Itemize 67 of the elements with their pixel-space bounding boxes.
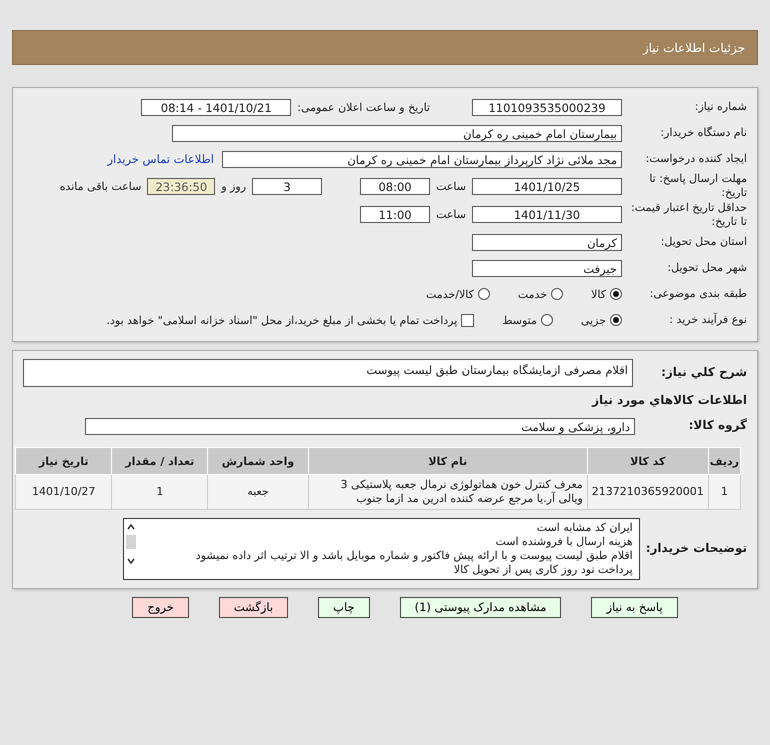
section-title: اطلاعات کالاهاي مورد نياز: [592, 392, 747, 410]
requester-field: مجد ملائی نژاد کارپرداز بیمارستان امام خمینی ره کرمان: [222, 150, 622, 168]
column-header: تاریخ نیاز: [16, 448, 112, 475]
table-cell: 2137210365920001: [587, 474, 708, 510]
note-line: هزینه ارسال با فروشنده است: [494, 534, 633, 549]
field-label: نوع فرآیند خرید :: [668, 313, 747, 328]
validity-time-field: 11:00: [360, 206, 430, 224]
field-label: طبقه بندی موضوعی:: [648, 287, 747, 302]
note-line: اقلام طبق لیست پیوست و با ارائه پیش فاکتور و شماره موبایل باشد و الا ترتیب اثر داده نمیشود: [194, 548, 633, 563]
validity-date-field: 1401/11/30: [472, 206, 622, 224]
action-button[interactable]: چاپ: [318, 596, 370, 618]
buyer-org-field: بیمارستان امام خمینی ره کرمان: [172, 124, 622, 142]
radio-label: کالا/خدمت: [426, 288, 474, 301]
remaining-time-field: 23:36:50: [147, 178, 216, 195]
radio-label: متوسط: [502, 314, 537, 327]
checkbox[interactable]: [461, 314, 474, 327]
need-number-field: 1101093535000239: [472, 98, 622, 116]
radio-button[interactable]: [551, 288, 564, 300]
description-field: اقلام مصرفی ازمایشگاه بیمارستان طبق لیست پیوست: [23, 359, 633, 388]
time-label: ساعت: [435, 180, 467, 193]
radio-label: خدمت: [518, 288, 548, 301]
field-label: نام دستگاه خریدار:: [659, 126, 747, 140]
column-header: کد کالا: [587, 448, 708, 475]
days-field: 3: [252, 178, 322, 195]
action-button[interactable]: بازگشت: [218, 596, 288, 618]
field-label: توضیحات خریدار:: [646, 540, 747, 556]
radio-button[interactable]: [540, 314, 553, 326]
radio-button[interactable]: [610, 314, 622, 326]
column-header: نام کالا: [308, 448, 588, 475]
announce-date-field: 1401/10/21 - 08:14: [141, 98, 292, 116]
remaining-label: ساعت باقی مانده: [58, 180, 142, 193]
table-cell: 1401/10/27: [16, 474, 112, 510]
field-label: ایجاد کننده درخواست:: [644, 152, 747, 166]
time-label: ساعت: [435, 208, 467, 222]
deadline-date-field: 1401/10/25: [472, 178, 622, 195]
field-label: حداقل تاریخ اعتبار قیمت: تا تاریخ:: [630, 200, 747, 230]
deadline-time-field: 08:00: [360, 178, 430, 195]
table-cell: 1: [708, 474, 740, 510]
days-label: روز و: [220, 180, 248, 193]
page-title: جزئیات اطلاعات نیاز: [642, 40, 745, 54]
field-label: مهلت ارسال پاسخ: تا تاریخ:: [648, 172, 747, 201]
city-field: جیرفت: [472, 260, 622, 277]
action-button[interactable]: خروج: [132, 596, 189, 618]
field-label: شرح کلي نياز:: [660, 365, 747, 381]
column-header: ردیف: [708, 448, 740, 475]
table-cell: معرف کنترل خون هماتولوژی نرمال جعبه پلاستیکی 3 ویالی آر.یا مرجع عرضه کننده ادرین مد ازما جنوب: [308, 474, 588, 510]
field-label: شماره نیاز:: [694, 100, 747, 114]
action-button[interactable]: مشاهده مدارک پیوستی (1): [400, 596, 562, 618]
radio-label: کالا: [591, 288, 606, 301]
checkbox-label: پرداخت تمام یا بخشی از مبلغ خرید،از محل "اسناد خزانه اسلامی" خواهد بود.: [106, 314, 458, 327]
province-field: کرمان: [472, 234, 622, 251]
column-header: واحد شمارش: [208, 448, 308, 475]
field-label: شهر محل تحویل:: [666, 261, 747, 276]
note-line: پرداخت نود روز کاری پس از تحویل کالا: [452, 562, 633, 577]
field-label: استان محل تحویل:: [660, 235, 747, 250]
column-header: تعداد / مقدار: [112, 448, 208, 475]
radio-button[interactable]: [610, 288, 622, 300]
table-cell: 1: [112, 474, 208, 510]
radio-label: جزیی: [580, 314, 606, 327]
action-button[interactable]: پاسخ به نیاز: [591, 596, 678, 618]
note-line: ایران کد مشابه است: [536, 520, 633, 535]
buyer-contact-link[interactable]: اطلاعات تماس خریدار: [107, 152, 214, 166]
table-cell: جعبه: [208, 474, 308, 510]
radio-button[interactable]: [478, 288, 490, 300]
field-label: تاریخ و ساعت اعلان عمومی:: [296, 100, 431, 114]
field-label: گروه کالا:: [688, 418, 747, 434]
goods-group-field: دارو، پزشکی و سلامت: [85, 418, 635, 435]
